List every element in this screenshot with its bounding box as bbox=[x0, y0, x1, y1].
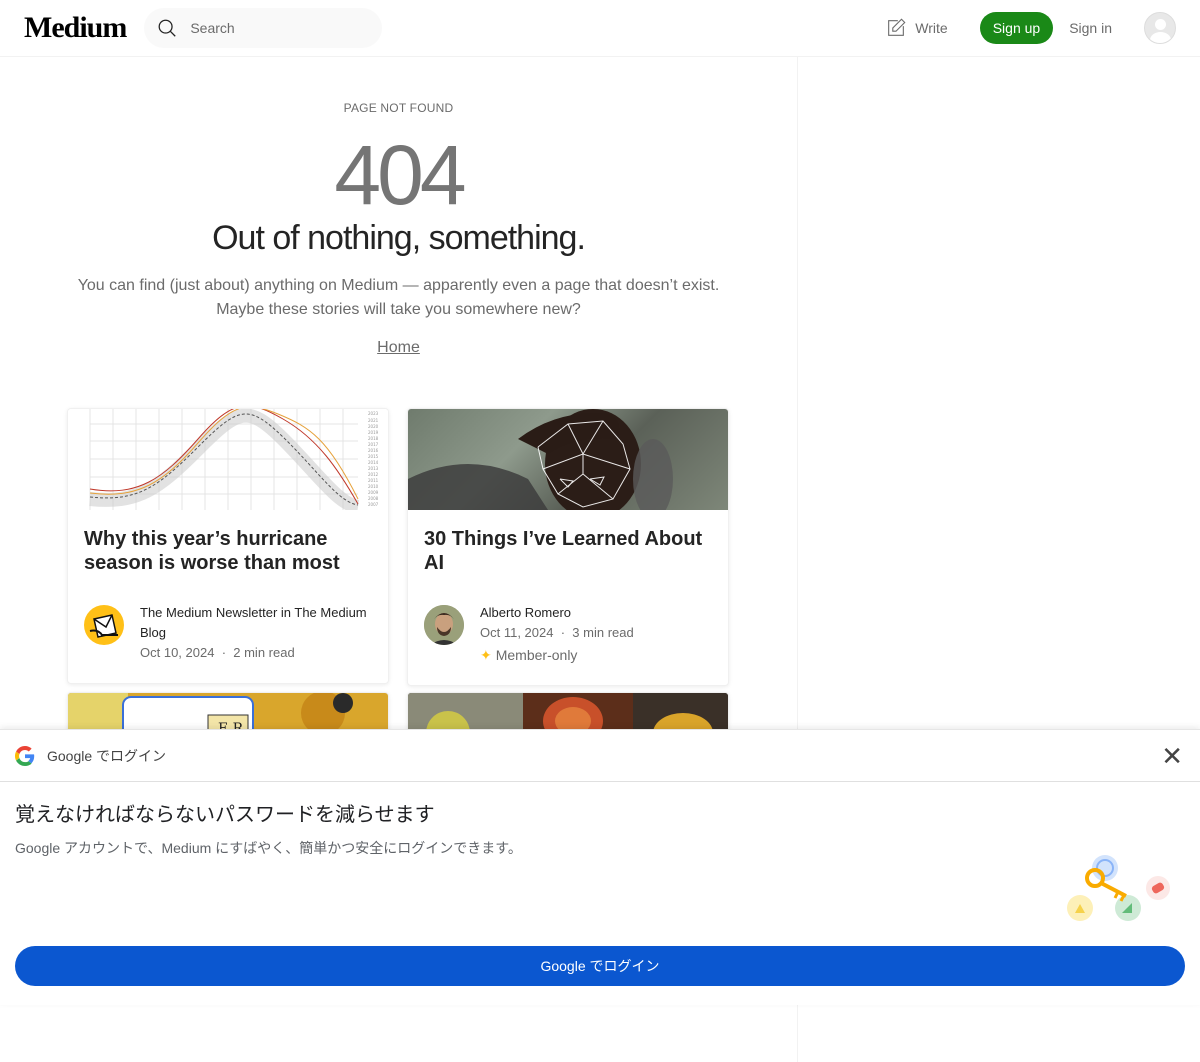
write-button[interactable]: Write bbox=[885, 17, 948, 39]
member-only-badge: ✦ Member-only bbox=[480, 645, 634, 665]
author-photo bbox=[424, 605, 464, 645]
google-prompt-headline: 覚えなければならないパスワードを減らせます bbox=[15, 804, 435, 826]
write-label: Write bbox=[915, 20, 948, 36]
svg-text:2018: 2018 bbox=[368, 436, 379, 441]
error-code: 404 bbox=[334, 128, 466, 222]
top-nav: Medium Write Sign up Sign in bbox=[0, 0, 1200, 57]
search-input[interactable] bbox=[190, 20, 361, 36]
svg-text:2014: 2014 bbox=[368, 460, 379, 465]
story-title[interactable]: Why this year’s hurricane season is wors… bbox=[84, 527, 372, 575]
svg-text:2011: 2011 bbox=[368, 478, 379, 483]
password-key-illustration-icon bbox=[1067, 855, 1170, 921]
svg-text:2019: 2019 bbox=[368, 430, 379, 435]
google-sign-in-prompt: Google でログイン ✕ 覚えなければならないパスワードを減らせます Goo… bbox=[0, 729, 1200, 1005]
meta-separator: · bbox=[218, 645, 230, 660]
meta-separator: · bbox=[557, 625, 569, 640]
author-avatar[interactable] bbox=[424, 605, 464, 645]
svg-text:2016: 2016 bbox=[368, 448, 379, 453]
svg-text:2023: 2023 bbox=[368, 411, 379, 416]
user-avatar-icon[interactable] bbox=[1144, 12, 1176, 44]
google-prompt-title: Google でログイン bbox=[47, 747, 167, 764]
face-mesh-image bbox=[408, 409, 673, 510]
home-link[interactable]: Home bbox=[0, 339, 797, 357]
svg-text:2010: 2010 bbox=[368, 484, 379, 489]
page-headline: Out of nothing, something. bbox=[212, 219, 586, 257]
read-time: 2 min read bbox=[233, 645, 295, 660]
temperature-chart-image: 2023202120202019 2018201720162015 201420… bbox=[89, 409, 379, 510]
description-line-1: You can find (just about) anything on Me… bbox=[77, 277, 720, 294]
story-date: Oct 10, 2024 bbox=[140, 645, 215, 660]
member-only-label: Member-only bbox=[495, 647, 578, 663]
publication-avatar[interactable] bbox=[84, 605, 124, 645]
page-not-found-label: PAGE NOT FOUND bbox=[343, 101, 454, 115]
search-icon bbox=[158, 19, 177, 37]
svg-text:2017: 2017 bbox=[368, 442, 379, 447]
story-date: Oct 11, 2024 bbox=[480, 625, 554, 640]
header-actions: Write Sign up Sign in bbox=[885, 12, 1176, 44]
description-line-2: Maybe these stories will take you somewh… bbox=[216, 301, 581, 318]
story-card[interactable]: 2023 2021 2020 2019 2018 2017 2016 2015 2014 20… bbox=[67, 408, 389, 684]
svg-text:2012: 2012 bbox=[368, 472, 379, 477]
svg-text:2009: 2009 bbox=[368, 490, 379, 495]
story-meta: Alberto Romero Oct 11, 2024 · 3 min read… bbox=[424, 603, 712, 665]
svg-text:2021: 2021 bbox=[368, 418, 379, 423]
svg-text:2015: 2015 bbox=[368, 454, 379, 459]
story-title[interactable]: 30 Things I’ve Learned About AI bbox=[424, 527, 712, 575]
medium-logo[interactable]: Medium bbox=[24, 11, 127, 45]
envelope-icon bbox=[89, 614, 118, 638]
google-sign-in-button[interactable]: Google でログイン bbox=[15, 946, 1185, 986]
sign-up-button[interactable]: Sign up bbox=[979, 12, 1054, 44]
svg-text:2020: 2020 bbox=[368, 424, 379, 429]
svg-text:2013: 2013 bbox=[368, 466, 379, 471]
member-star-icon: ✦ bbox=[480, 647, 492, 663]
google-prompt-header: Google でログイン ✕ bbox=[0, 730, 1200, 782]
write-icon bbox=[888, 18, 906, 36]
google-prompt-subtext: Google アカウントで、Medium にすばやく、簡単かつ安全にログインでき… bbox=[15, 840, 522, 856]
read-time: 3 min read bbox=[572, 625, 634, 640]
story-author[interactable]: The Medium Newsletter in The Medium Blog bbox=[140, 603, 372, 643]
story-thumbnail-face[interactable] bbox=[408, 409, 728, 510]
svg-text:2007: 2007 bbox=[368, 502, 379, 507]
close-icon[interactable]: ✕ bbox=[1161, 743, 1183, 769]
story-card[interactable]: 30 Things I’ve Learned About AI Alberto … bbox=[407, 408, 729, 686]
svg-text:2008: 2008 bbox=[368, 496, 379, 501]
story-author[interactable]: Alberto Romero bbox=[480, 603, 634, 623]
sign-in-link[interactable]: Sign in bbox=[1069, 20, 1112, 36]
search-bar[interactable] bbox=[144, 8, 383, 48]
google-logo-icon bbox=[15, 745, 35, 766]
page-description: You can find (just about) anything on Me… bbox=[0, 274, 797, 322]
story-thumbnail-chart[interactable]: 2023 2021 2020 2019 2018 2017 2016 2015 2014 20… bbox=[68, 409, 388, 510]
home-link-label[interactable]: Home bbox=[377, 339, 420, 356]
story-meta: The Medium Newsletter in The Medium Blog… bbox=[84, 603, 372, 663]
